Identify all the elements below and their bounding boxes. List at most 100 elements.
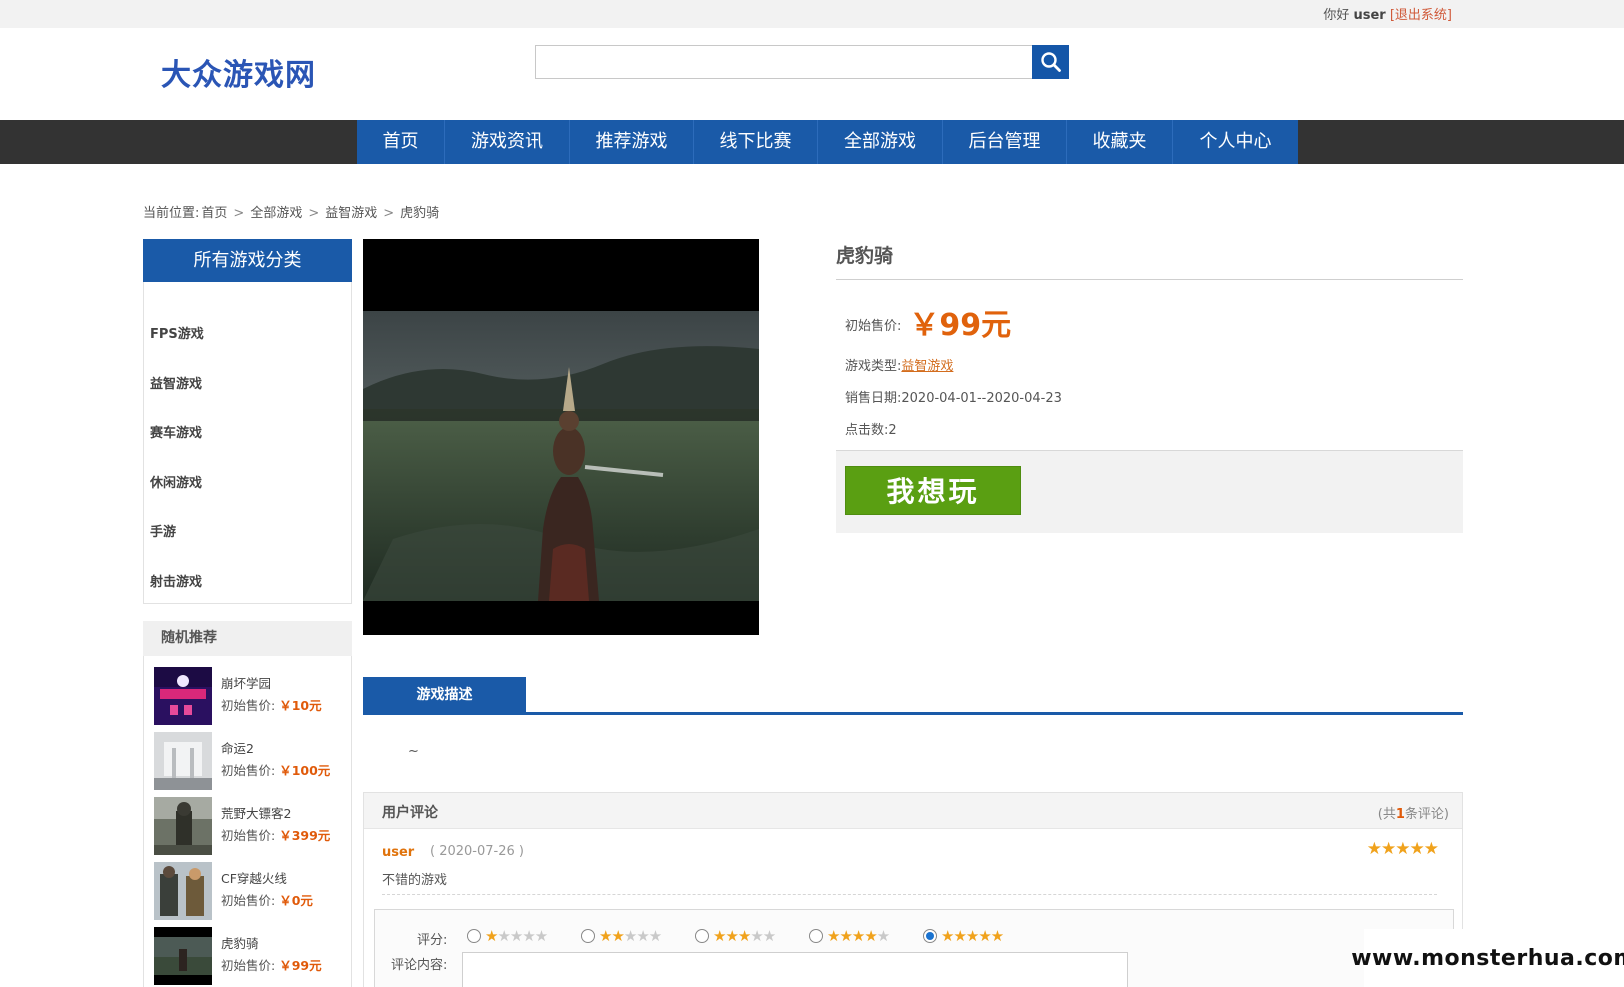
price-label: 初始售价: <box>221 958 276 973</box>
recommend-item[interactable]: CF穿越火线 初始售价: ￥0元 <box>154 862 350 920</box>
nav-item-recommended[interactable]: 推荐游戏 <box>570 120 694 164</box>
comments-section: 用户评论 (共1条评论) user ( 2020-07-26 ) ★★★★★ 不… <box>363 792 1463 987</box>
game-type-link[interactable]: 益智游戏 <box>901 359 953 374</box>
tab-description[interactable]: 游戏描述 <box>363 677 526 713</box>
category-item[interactable]: 益智游戏 <box>150 373 202 392</box>
recommend-item-price: ￥100元 <box>279 763 331 778</box>
date-row: 销售日期:2020-04-01--2020-04-23 <box>845 387 1062 406</box>
category-item[interactable]: 赛车游戏 <box>150 422 202 441</box>
recommend-item-name: 命运2 <box>221 741 254 756</box>
rating-radio[interactable] <box>581 929 595 943</box>
game-cover-image <box>363 239 759 635</box>
comment-rating-stars: ★★★★★ <box>1366 839 1439 859</box>
nav-item-home[interactable]: 首页 <box>357 120 445 164</box>
category-item[interactable]: 射击游戏 <box>150 571 202 590</box>
recommend-item[interactable]: 荒野大镖客2 初始售价: ￥399元 <box>154 797 350 855</box>
top-bar: 你好 user [退出系统] <box>0 0 1624 28</box>
greeting-text: 你好 <box>1323 8 1350 23</box>
comment-date: ( 2020-07-26 ) <box>430 844 524 859</box>
search-input[interactable] <box>535 45 1033 79</box>
recommend-item-price-row: 初始售价: ￥0元 <box>221 890 313 909</box>
logout-link[interactable]: [退出系统] <box>1390 8 1452 23</box>
breadcrumb-item-category[interactable]: 益智游戏 <box>325 206 377 221</box>
recommend-panel-title: 随机推荐 <box>143 621 352 656</box>
rating-option-5[interactable]: ★★★★★ <box>923 927 1004 945</box>
type-row: 游戏类型:益智游戏 <box>845 355 953 374</box>
rating-option-3[interactable]: ★★★★★ <box>695 927 776 945</box>
breadcrumb-separator: > <box>233 206 245 221</box>
recommend-item-price-row: 初始售价: ￥99元 <box>221 955 322 974</box>
comments-header: 用户评论 (共1条评论) <box>364 793 1462 829</box>
comment-form: 评分: ★★★★★ ★★★★★ ★★★★★ ★★★★★ ★★★★★ 评论内容: <box>374 909 1454 987</box>
rating-option-2[interactable]: ★★★★★ <box>581 927 662 945</box>
nav-menu: 首页 游戏资讯 推荐游戏 线下比赛 全部游戏 后台管理 收藏夹 个人中心 <box>357 120 1298 164</box>
rating-radio[interactable] <box>467 929 481 943</box>
star-icon: ★★★★★ <box>713 927 776 945</box>
star-icon: ★★★★★ <box>485 927 548 945</box>
watermark: www.monsterhua.com <box>1351 929 1624 987</box>
recommend-item-name: CF穿越火线 <box>221 871 287 886</box>
star-icon: ★★★★★ <box>599 927 662 945</box>
breadcrumb-separator: > <box>308 206 320 221</box>
rating-radio[interactable] <box>809 929 823 943</box>
nav-item-news[interactable]: 游戏资讯 <box>445 120 570 164</box>
recommend-item-price: ￥399元 <box>279 828 331 843</box>
rating-option-1[interactable]: ★★★★★ <box>467 927 548 945</box>
category-panel: 所有游戏分类 FPS游戏 益智游戏 赛车游戏 休闲游戏 手游 射击游戏 <box>143 239 352 604</box>
game-title: 虎豹骑 <box>836 245 894 267</box>
want-to-play-button[interactable]: 我想玩 <box>845 466 1021 515</box>
nav-item-favorites[interactable]: 收藏夹 <box>1067 120 1173 164</box>
nav-item-admin[interactable]: 后台管理 <box>943 120 1067 164</box>
category-item[interactable]: 休闲游戏 <box>150 472 202 491</box>
breadcrumb-item-all-games[interactable]: 全部游戏 <box>250 206 302 221</box>
price-label: 初始售价: <box>221 893 276 908</box>
recommend-item-price: ￥0元 <box>279 893 313 908</box>
price-row: 初始售价: ￥99元 <box>845 300 1011 344</box>
category-item[interactable]: 手游 <box>150 521 176 540</box>
nav-item-profile[interactable]: 个人中心 <box>1173 120 1298 164</box>
recommend-item[interactable]: 崩坏学园 初始售价: ￥10元 <box>154 667 350 725</box>
recommend-item[interactable]: 虎豹骑 初始售价: ￥99元 <box>154 927 350 985</box>
breadcrumb-item-current: 虎豹骑 <box>400 206 440 221</box>
game-thumbnail <box>154 797 212 855</box>
game-thumbnail <box>154 667 212 725</box>
recommend-item-price: ￥99元 <box>279 958 322 973</box>
game-description: ~ <box>408 744 419 759</box>
breadcrumb-separator: > <box>383 206 395 221</box>
nav-item-all-games[interactable]: 全部游戏 <box>818 120 943 164</box>
star-icon: ★★★★★ <box>827 927 890 945</box>
recommend-item-name: 崩坏学园 <box>221 676 272 691</box>
price-label: 初始售价: <box>221 828 276 843</box>
comment-content-input[interactable] <box>462 952 1128 987</box>
recommend-item-name: 虎豹骑 <box>221 936 259 951</box>
category-panel-title: 所有游戏分类 <box>143 239 352 282</box>
game-thumbnail <box>154 862 212 920</box>
rating-option-4[interactable]: ★★★★★ <box>809 927 890 945</box>
breadcrumb-item-home[interactable]: 首页 <box>201 206 227 221</box>
rating-radio[interactable] <box>695 929 709 943</box>
divider <box>836 279 1463 280</box>
recommend-item-price: ￥10元 <box>279 698 322 713</box>
nav-item-offline-match[interactable]: 线下比赛 <box>694 120 818 164</box>
type-label: 游戏类型: <box>845 359 902 374</box>
comment-text: 不错的游戏 <box>382 873 448 888</box>
main-nav: 首页 游戏资讯 推荐游戏 线下比赛 全部游戏 后台管理 收藏夹 个人中心 <box>0 120 1624 164</box>
recommend-item-name: 荒野大镖客2 <box>221 806 292 821</box>
clicks-label: 点击数: <box>845 423 889 438</box>
comment-count: (共1条评论) <box>1378 803 1449 822</box>
username: user <box>1353 8 1386 23</box>
recommend-item[interactable]: 命运2 初始售价: ￥100元 <box>154 732 350 790</box>
game-thumbnail <box>154 927 212 985</box>
category-item[interactable]: FPS游戏 <box>150 323 204 342</box>
search-button[interactable] <box>1032 45 1069 79</box>
price-label: 初始售价: <box>845 319 902 334</box>
rating-radio[interactable] <box>923 929 937 943</box>
recommend-item-price-row: 初始售价: ￥10元 <box>221 695 322 714</box>
comment-divider <box>382 894 1437 895</box>
comment-count-value: 1 <box>1395 807 1405 822</box>
price-label: 初始售价: <box>221 763 276 778</box>
comment-count-suffix: 条评论) <box>1404 807 1449 822</box>
game-price: ￥99元 <box>909 308 1012 343</box>
game-thumbnail <box>154 732 212 790</box>
site-logo[interactable]: 大众游戏网 <box>161 50 316 94</box>
